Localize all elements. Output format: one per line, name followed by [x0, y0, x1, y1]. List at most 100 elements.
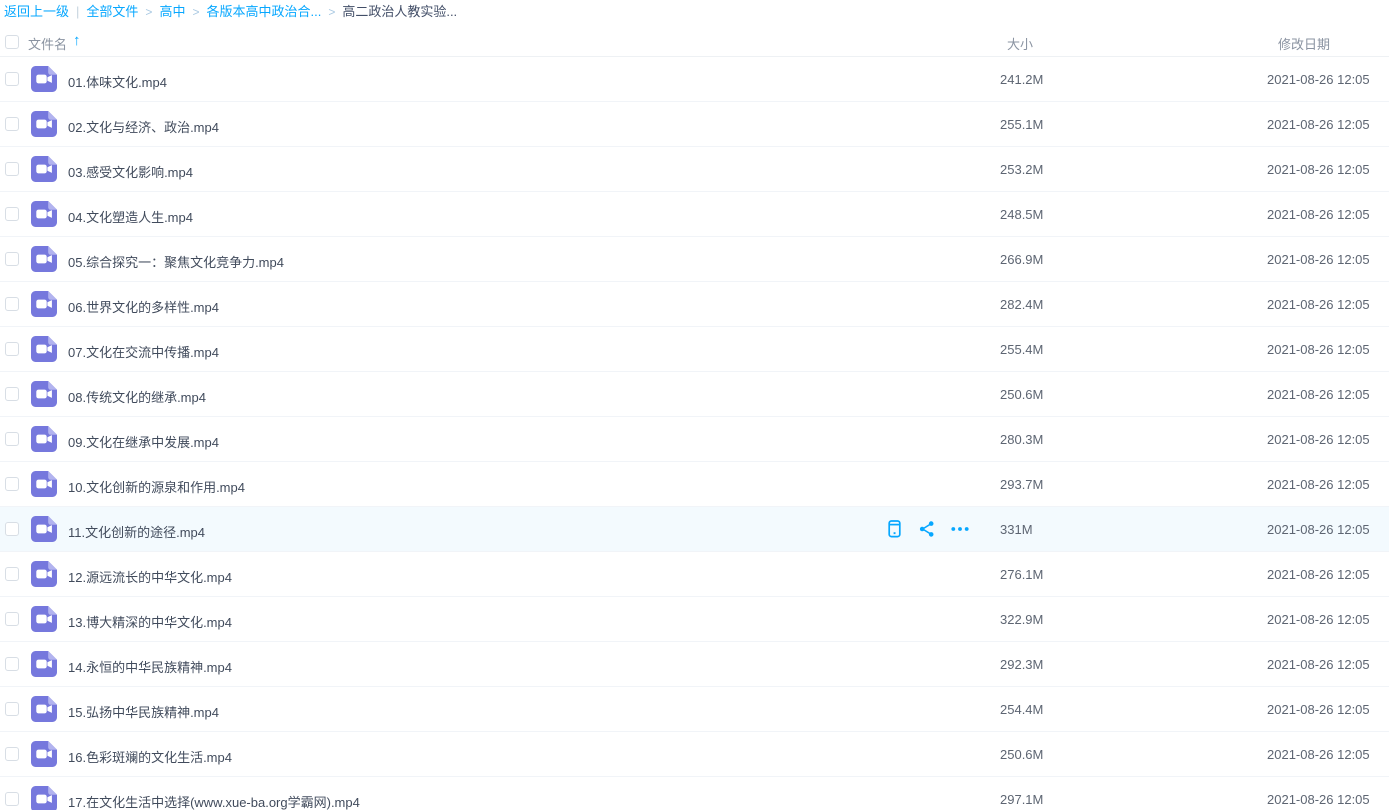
- breadcrumb-item-all-files[interactable]: 全部文件: [86, 4, 138, 20]
- file-modified-date: 2021-08-26 12:05: [1267, 702, 1370, 717]
- file-name-link[interactable]: 09.文化在继承中发展.mp4: [68, 432, 219, 451]
- file-checkbox[interactable]: [5, 522, 19, 536]
- file-checkbox[interactable]: [5, 117, 19, 131]
- column-header-modified-date: 修改日期: [1278, 34, 1330, 53]
- file-row[interactable]: 06.世界文化的多样性.mp4: [0, 282, 1389, 327]
- breadcrumb-chevron-icon: >: [145, 4, 152, 20]
- file-modified-date: 2021-08-26 12:05: [1267, 747, 1370, 762]
- breadcrumb-item-gaozhong[interactable]: 高中: [159, 4, 185, 20]
- file-size: 292.3M: [1000, 657, 1043, 672]
- file-row[interactable]: 10.文化创新的源泉和作用.mp4: [0, 462, 1389, 507]
- video-file-icon: [30, 650, 58, 678]
- file-size: 266.9M: [1000, 252, 1043, 267]
- file-modified-date: 2021-08-26 12:05: [1267, 612, 1370, 627]
- file-name-link[interactable]: 15.弘扬中华民族精神.mp4: [68, 702, 219, 721]
- file-checkbox[interactable]: [5, 72, 19, 86]
- file-checkbox[interactable]: [5, 387, 19, 401]
- breadcrumb-current-folder: 高二政治人教实验...: [342, 4, 457, 20]
- video-file-icon: [30, 110, 58, 138]
- file-modified-date: 2021-08-26 12:05: [1267, 207, 1370, 222]
- video-file-icon: [30, 335, 58, 363]
- breadcrumb-item-politics-collection[interactable]: 各版本高中政治合...: [206, 4, 321, 20]
- file-checkbox[interactable]: [5, 792, 19, 806]
- more-actions-icon[interactable]: [949, 518, 971, 540]
- file-name-link[interactable]: 10.文化创新的源泉和作用.mp4: [68, 477, 245, 496]
- file-checkbox[interactable]: [5, 702, 19, 716]
- file-row[interactable]: 14.永恒的中华民族精神.mp4: [0, 642, 1389, 687]
- file-modified-date: 2021-08-26 12:05: [1267, 792, 1370, 807]
- file-checkbox[interactable]: [5, 162, 19, 176]
- video-file-icon: [30, 560, 58, 588]
- file-name-link[interactable]: 17.在文化生活中选择(www.xue-ba.org学霸网).mp4: [68, 792, 360, 810]
- file-row[interactable]: 03.感受文化影响.mp4: [0, 147, 1389, 192]
- file-name-link[interactable]: 14.永恒的中华民族精神.mp4: [68, 657, 232, 676]
- file-row[interactable]: 04.文化塑造人生.mp4: [0, 192, 1389, 237]
- file-checkbox[interactable]: [5, 342, 19, 356]
- file-name-link[interactable]: 02.文化与经济、政治.mp4: [68, 117, 219, 136]
- file-row[interactable]: 02.文化与经济、政治.mp4: [0, 102, 1389, 147]
- file-modified-date: 2021-08-26 12:05: [1267, 522, 1370, 537]
- breadcrumb-chevron-icon: >: [328, 4, 335, 20]
- back-to-parent-link[interactable]: 返回上一级: [4, 4, 69, 20]
- file-modified-date: 2021-08-26 12:05: [1267, 297, 1370, 312]
- column-header-filename[interactable]: 文件名: [28, 34, 67, 53]
- file-size: 255.4M: [1000, 342, 1043, 357]
- file-name-link[interactable]: 12.源远流长的中华文化.mp4: [68, 567, 232, 586]
- file-row[interactable]: 12.源远流长的中华文化.mp4: [0, 552, 1389, 597]
- file-name-link[interactable]: 06.世界文化的多样性.mp4: [68, 297, 219, 316]
- file-list: 01.体味文化.mp4: [0, 57, 1389, 810]
- file-name-link[interactable]: 07.文化在交流中传播.mp4: [68, 342, 219, 361]
- file-checkbox[interactable]: [5, 747, 19, 761]
- file-row[interactable]: 05.综合探究一：聚焦文化竞争力.mp4: [0, 237, 1389, 282]
- file-modified-date: 2021-08-26 12:05: [1267, 567, 1370, 582]
- breadcrumb-pipe-divider: |: [76, 4, 79, 20]
- file-row[interactable]: 13.博大精深的中华文化.mp4: [0, 597, 1389, 642]
- file-checkbox[interactable]: [5, 207, 19, 221]
- video-file-icon: [30, 65, 58, 93]
- file-name-link[interactable]: 13.博大精深的中华文化.mp4: [68, 612, 232, 631]
- file-name-link[interactable]: 11.文化创新的途径.mp4: [68, 522, 205, 541]
- file-row[interactable]: 15.弘扬中华民族精神.mp4: [0, 687, 1389, 732]
- select-all-checkbox[interactable]: [5, 35, 19, 49]
- file-name-link[interactable]: 03.感受文化影响.mp4: [68, 162, 193, 181]
- column-header-size: 大小: [1007, 34, 1033, 53]
- file-name-link[interactable]: 16.色彩斑斓的文化生活.mp4: [68, 747, 232, 766]
- file-checkbox[interactable]: [5, 252, 19, 266]
- video-file-icon: [30, 515, 58, 543]
- video-file-icon: [30, 380, 58, 408]
- file-checkbox[interactable]: [5, 567, 19, 581]
- file-checkbox[interactable]: [5, 432, 19, 446]
- sort-ascending-icon[interactable]: ↑: [73, 32, 81, 49]
- file-modified-date: 2021-08-26 12:05: [1267, 162, 1370, 177]
- share-icon[interactable]: [916, 518, 938, 540]
- file-size: 322.9M: [1000, 612, 1043, 627]
- file-name-link[interactable]: 04.文化塑造人生.mp4: [68, 207, 193, 226]
- file-size: 282.4M: [1000, 297, 1043, 312]
- video-file-icon: [30, 290, 58, 318]
- file-checkbox[interactable]: [5, 297, 19, 311]
- file-size: 253.2M: [1000, 162, 1043, 177]
- file-checkbox[interactable]: [5, 477, 19, 491]
- file-checkbox[interactable]: [5, 612, 19, 626]
- save-to-device-icon[interactable]: [883, 518, 905, 540]
- file-modified-date: 2021-08-26 12:05: [1267, 657, 1370, 672]
- row-hover-actions: [883, 518, 971, 540]
- file-row[interactable]: 17.在文化生活中选择(www.xue-ba.org学霸网).mp4: [0, 777, 1389, 810]
- video-file-icon: [30, 470, 58, 498]
- file-name-link[interactable]: 08.传统文化的继承.mp4: [68, 387, 206, 406]
- file-size: 254.4M: [1000, 702, 1043, 717]
- file-modified-date: 2021-08-26 12:05: [1267, 387, 1370, 402]
- file-checkbox[interactable]: [5, 657, 19, 671]
- file-name-link[interactable]: 01.体味文化.mp4: [68, 72, 167, 91]
- video-file-icon: [30, 200, 58, 228]
- file-row[interactable]: 11.文化创新的途径.mp4: [0, 507, 1389, 552]
- file-row[interactable]: 01.体味文化.mp4: [0, 57, 1389, 102]
- file-name-link[interactable]: 05.综合探究一：聚焦文化竞争力.mp4: [68, 252, 284, 271]
- file-size: 241.2M: [1000, 72, 1043, 87]
- file-row[interactable]: 16.色彩斑斓的文化生活.mp4: [0, 732, 1389, 777]
- file-row[interactable]: 07.文化在交流中传播.mp4: [0, 327, 1389, 372]
- file-row[interactable]: 09.文化在继承中发展.mp4: [0, 417, 1389, 462]
- file-row[interactable]: 08.传统文化的继承.mp4: [0, 372, 1389, 417]
- file-size: 276.1M: [1000, 567, 1043, 582]
- video-file-icon: [30, 785, 58, 810]
